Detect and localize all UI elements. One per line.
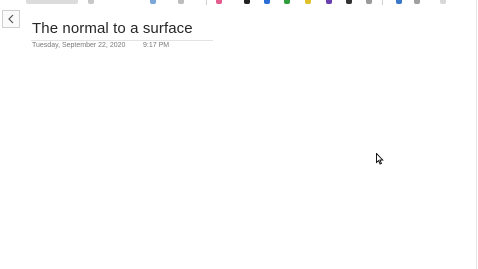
ruler-icon[interactable] xyxy=(396,0,402,4)
pen-black-icon[interactable] xyxy=(244,0,250,4)
ink-to-shape-icon[interactable] xyxy=(414,0,420,4)
chevron-left-icon xyxy=(8,14,14,24)
toolbar-separator xyxy=(206,0,207,5)
page-time: 9:17 PM xyxy=(143,42,170,49)
back-button[interactable] xyxy=(2,10,20,28)
pen-purple-icon[interactable] xyxy=(326,0,332,4)
page-date: Tuesday, September 22, 2020 xyxy=(32,42,126,49)
replay-icon[interactable] xyxy=(440,0,446,4)
window-edge xyxy=(476,0,477,269)
insert-space-icon[interactable] xyxy=(150,0,156,4)
page-title[interactable]: The normal to a surface xyxy=(32,20,193,37)
pen-dark-icon[interactable] xyxy=(346,0,352,4)
onenote-page: The normal to a surface Tuesday, Septemb… xyxy=(0,0,478,269)
toolbar-separator xyxy=(382,0,383,5)
title-underline xyxy=(31,40,213,41)
add-pen-icon[interactable] xyxy=(366,0,372,4)
eraser-icon[interactable] xyxy=(178,0,184,4)
pen-green-icon[interactable] xyxy=(284,0,290,4)
toolbar-active-tool[interactable] xyxy=(26,0,78,4)
pen-blue-icon[interactable] xyxy=(264,0,270,4)
lasso-tool-icon[interactable] xyxy=(88,0,94,4)
mouse-pointer-icon xyxy=(376,152,384,170)
drawing-toolbar xyxy=(0,0,478,6)
highlighter-yellow-icon[interactable] xyxy=(305,0,311,4)
pen-pink-icon[interactable] xyxy=(216,0,222,4)
